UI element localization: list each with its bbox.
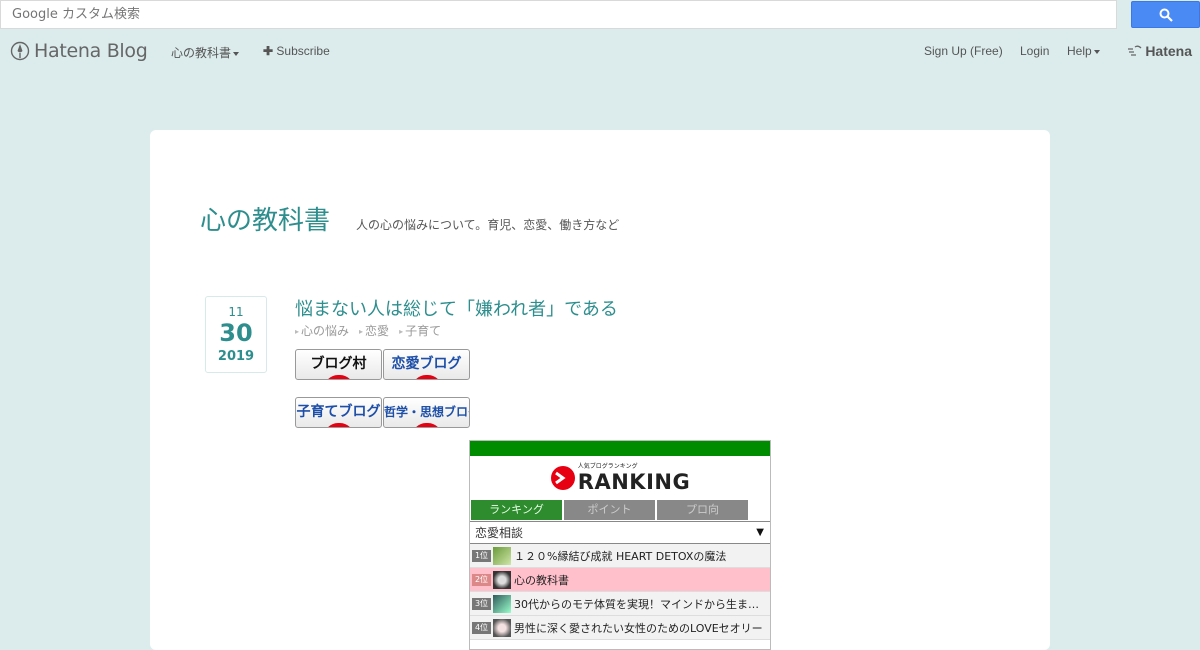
tab-pro[interactable]: プロ向	[657, 500, 748, 520]
category-link[interactable]: 恋愛	[359, 322, 389, 339]
date-year: 2019	[217, 349, 255, 364]
rank-blog-title: 30代からのモテ体質を実現！マインドから生まれ変わる	[514, 597, 769, 611]
subscribe-label: Subscribe	[276, 44, 330, 58]
rank-blog-title: 心の教科書	[514, 573, 569, 587]
ranking-tabs: ランキング ポイント プロ向	[470, 500, 770, 520]
ranking-row[interactable]: 1位 １２０%縁結び成就 HEART DETOXの魔法	[470, 544, 770, 568]
ranking-crown-icon	[550, 466, 575, 490]
category-link[interactable]: 子育て	[399, 322, 441, 339]
ranking-logo-text: RANKING	[577, 469, 691, 494]
ranking-row[interactable]: 4位 男性に深く愛されたい女性のためのLOVEセオリー	[470, 616, 770, 640]
rank-badge: 3位	[472, 597, 491, 610]
date-day: 30	[219, 319, 253, 347]
rank-badge: 1位	[472, 549, 491, 562]
entry-date[interactable]: 11 30 2019	[205, 296, 267, 373]
search-placeholder: Google カスタム検索	[12, 7, 140, 22]
blog-thumbnail	[493, 570, 511, 589]
banner-label: 恋愛ブログ	[391, 356, 462, 372]
rank-badge: 4位	[472, 621, 491, 634]
ranking-category-select[interactable]: 恋愛相談 ▼	[470, 521, 770, 544]
blogmura-banner[interactable]: ブログ村	[295, 349, 382, 380]
rank-badge: 2位	[472, 573, 491, 586]
blog-menu-label: 心の教科書	[171, 46, 232, 60]
blog-thumbnail	[493, 594, 511, 613]
pen-nib-icon	[10, 41, 30, 61]
search-input[interactable]: Google カスタム検索	[0, 0, 1117, 29]
hatena-brand-link[interactable]: Hatena	[1127, 43, 1192, 59]
caret-down-icon	[233, 51, 240, 56]
caret-down-icon	[1093, 49, 1100, 54]
search-bar: Google カスタム検索	[0, 0, 1200, 29]
search-button[interactable]	[1131, 1, 1200, 28]
banner-label: ブログ村	[310, 356, 367, 372]
entry-categories: 心の悩み 恋愛 子育て	[295, 322, 441, 339]
blog-menu[interactable]: 心の教科書	[171, 44, 240, 61]
rank-blog-title: 男性に深く愛されたい女性のためのLOVEセオリー	[514, 621, 763, 635]
kosodate-blog-banner[interactable]: 子育てブログ	[295, 397, 382, 428]
ranking-logo[interactable]: 人気ブログランキング RANKING	[470, 456, 770, 500]
subscribe-button[interactable]: ✚ Subscribe	[263, 44, 330, 58]
ranking-top-bar	[470, 441, 770, 456]
tab-point[interactable]: ポイント	[564, 500, 655, 520]
ranking-category-value: 恋愛相談	[475, 526, 524, 540]
category-link[interactable]: 心の悩み	[295, 322, 349, 339]
date-month: 11	[228, 305, 244, 319]
help-label: Help	[1067, 44, 1092, 58]
blog-description: 人の心の悩みについて。育児、恋愛、働き方など	[356, 218, 620, 232]
blog-thumbnail	[493, 618, 511, 637]
renai-blog-banner[interactable]: 恋愛ブログ	[383, 349, 470, 380]
hatena-blog-logo[interactable]: Hatena Blog	[10, 40, 148, 62]
ranking-row[interactable]: 3位 30代からのモテ体質を実現！マインドから生まれ変わる	[470, 592, 770, 616]
blog-main-card: 心の教科書 人の心の悩みについて。育児、恋愛、働き方など 11 30 2019 …	[150, 130, 1050, 650]
hatena-bubble-icon	[1128, 45, 1142, 56]
blog-title[interactable]: 心の教科書	[200, 200, 330, 237]
banner-label: 哲学・思想ブログ	[384, 405, 469, 419]
signup-link[interactable]: Sign Up (Free)	[924, 44, 1003, 58]
help-menu[interactable]: Help	[1067, 44, 1100, 58]
blog-ranking-widget: 人気ブログランキング RANKING ランキング ポイント プロ向 恋愛相談 ▼…	[469, 440, 771, 650]
banner-label: 子育てブログ	[296, 404, 381, 420]
rank-blog-title: １２０%縁結び成就 HEART DETOXの魔法	[514, 549, 727, 563]
dropdown-arrow-icon: ▼	[756, 527, 764, 538]
tetsugaku-blog-banner[interactable]: 哲学・思想ブログ	[383, 397, 470, 428]
hatena-brand-label: Hatena	[1145, 43, 1192, 59]
search-icon	[1159, 8, 1173, 22]
plus-icon: ✚	[263, 44, 274, 58]
login-link[interactable]: Login	[1020, 44, 1049, 58]
ranking-logo-sub: 人気ブログランキング	[577, 462, 638, 470]
global-header: Hatena Blog 心の教科書 ✚ Subscribe Sign Up (F…	[0, 34, 1200, 68]
blog-thumbnail	[493, 546, 511, 565]
entry-title[interactable]: 悩まない人は総じて「嫌われ者」である	[295, 295, 618, 321]
tab-ranking[interactable]: ランキング	[471, 500, 562, 520]
ranking-row[interactable]: 2位 心の教科書	[470, 568, 770, 592]
logo-text: Hatena Blog	[34, 40, 148, 62]
